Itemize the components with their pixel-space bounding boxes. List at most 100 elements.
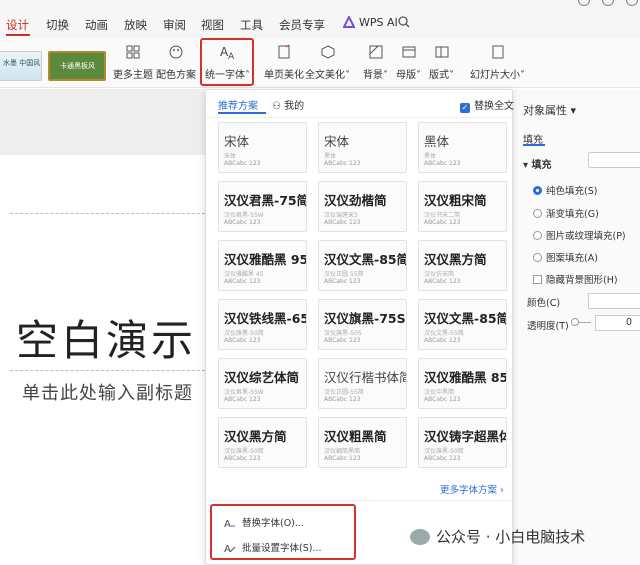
font-scheme-body-font: 汉仪文黑-55简 [424,330,464,337]
slide[interactable]: 空白演示 单击此处输入副标题 [0,155,210,565]
theme-thumbnail-chalkboard[interactable]: 卡通黑板风 [48,51,106,81]
tab-fill-indicator [523,144,545,146]
checkbox-checked-icon: ✓ [460,103,470,113]
menu-view[interactable]: 视图 [201,17,224,33]
radio-pattern-label: 图案填充(A) [546,253,598,264]
window-icon-c[interactable] [626,0,638,6]
master-icon [402,46,415,58]
font-scheme-body-font: 汉仪正圆-55简 [324,389,364,396]
wps-ai-icon [343,16,355,28]
themes-icon [126,45,140,59]
font-scheme-card[interactable]: 汉仪综艺体简 汉仪君黑-55W ABCabc 123 [218,358,307,409]
radio-picture-fill[interactable]: 图片或纹理填充(P) [533,228,626,242]
font-scheme-card[interactable]: 汉仪粗黑简 汉仪细简黑简 ABCabc 123 [318,417,407,468]
panel-title[interactable]: 对象属性 ▾ [523,102,576,118]
radio-gradient-fill[interactable]: 渐变填充(G) [533,206,599,220]
font-scheme-card[interactable]: 黑体 黑体 ABCabc 123 [418,122,507,173]
menu-animation[interactable]: 动画 [85,17,108,33]
opacity-input[interactable]: 0 [595,315,640,331]
radio-picture-label: 图片或纹理填充(P) [546,231,626,242]
color-picker[interactable] [588,293,640,309]
font-scheme-card[interactable]: 汉仪劲楷简 汉仪瑞莲宋3 ABCabc 123 [318,181,407,232]
font-scheme-sample: ABCabc 123 [324,337,361,344]
font-scheme-sample: ABCabc 123 [324,219,361,226]
font-scheme-card[interactable]: 宋体 黑体 ABCabc 123 [318,122,407,173]
caret-down-icon: ˅ [416,70,421,81]
slide-size-button[interactable]: 幻灯片大小˅ [470,44,525,81]
radio-solid-fill[interactable]: 纯色填充(S) [533,183,597,197]
font-scheme-body-font: 汉仪正圆 55简 [324,271,364,278]
replace-all-checkbox[interactable]: ✓ 替换全文 [460,97,514,113]
menu-transition[interactable]: 切换 [46,17,69,33]
color-scheme-button[interactable]: 配色方案 [156,44,196,81]
master-button[interactable]: 母版˅ [396,44,421,81]
radio-pattern-fill[interactable]: 图案填充(A) [533,250,598,264]
fill-section-header[interactable]: ▾ 填充 [523,156,552,171]
font-scheme-card[interactable]: 汉仪雅酷黑 95W 汉仪雅酷黑 45ABCabc 123 [218,240,307,291]
hide-background-label: 隐藏背景图形(H) [546,275,618,286]
font-scheme-card[interactable]: 汉仪雅酷黑 85W 汉仪中黑简ABCabc 123 [418,358,507,409]
fill-type-field[interactable] [588,152,640,168]
page-beautify-icon [278,44,290,59]
font-scheme-card[interactable]: 汉仪君黑-75简 汉仪君黑-55W ABCabc 123 [218,181,307,232]
font-scheme-card[interactable]: 汉仪粗宋简 汉仪书宋二简 ABCabc 123 [418,181,507,232]
opacity-slider-handle[interactable] [571,318,579,326]
wps-ai-label: WPS AI [359,16,398,29]
font-scheme-card[interactable]: 汉仪文黑-85简汉仪文黑-55简 ABCabc 123 [418,299,507,350]
unify-font-dropdown: 推荐方案 ⚇ 我的 ✓ 替换全文 宋体 宋体 ABCabc 123 宋体 黑体 ABCabc… [205,89,514,565]
page-beautify-button[interactable]: 单页美化 [264,44,304,81]
more-themes-button[interactable]: 更多主题 [113,44,153,81]
caret-down-icon: ˅ [345,70,350,81]
full-beautify-button[interactable]: 全文美化˅ [305,44,350,81]
font-scheme-sample: ABCabc 123 [424,396,461,403]
slide-subtitle[interactable]: 单击此处输入副标题 [22,379,193,405]
tab-recommended-indicator [218,112,266,114]
font-scheme-card[interactable]: 汉仪黑方简 汉仪仿宋简 ABCabc 123 [418,240,507,291]
menu-tools[interactable]: 工具 [240,17,263,33]
font-scheme-name: 汉仪文黑-85简 [424,311,507,326]
font-scheme-sample: ABCabc 123 [424,455,461,462]
font-scheme-card[interactable]: 汉仪文黑-85简 汉仪正圆 55简 ABCabc 123 [318,240,407,291]
more-themes-label: 更多主题 [113,70,153,81]
tab-mine[interactable]: ⚇ 我的 [272,97,304,112]
slide-size-label: 幻灯片大小 [470,70,520,81]
font-scheme-body-font: 汉仪细简黑简 [324,448,361,455]
font-scheme-body-font: 汉仪旗黑-50简 [224,330,264,337]
title-placeholder-border [10,213,210,214]
font-scheme-card[interactable]: 汉仪铁线黑-65简汉仪旗黑-50简ABCabc 123 [218,299,307,350]
full-beautify-label: 全文美化 [305,70,345,81]
font-scheme-card[interactable]: 汉仪铸字超黑体简汉仪旗黑-50简ABCabc 123 [418,417,507,468]
menu-design[interactable]: 设计 [6,17,29,33]
font-scheme-card[interactable]: 汉仪黑方简 汉仪旗黑-50简 ABCabc 123 [218,417,307,468]
tab-mine-label: 我的 [284,101,305,112]
background-button[interactable]: 背景˅ [363,44,388,81]
highlight-font-actions [210,504,356,560]
font-scheme-name: 汉仪黑方简 [424,252,487,267]
radio-selected-icon [533,186,542,195]
theme-thumbnail-ink[interactable]: 水墨 中国风 [0,51,42,81]
subtitle-placeholder-border [10,370,210,371]
font-scheme-body-font: 黑体 [324,153,337,160]
font-scheme-card[interactable]: 汉仪旗黑-75S 汉仪旗黑-50S ABCabc 123 [318,299,407,350]
wps-ai-button[interactable]: WPS AI [343,16,398,29]
hide-background-checkbox[interactable]: 隐藏背景图形(H) [533,272,618,286]
font-scheme-sample: ABCabc 123 [324,455,361,462]
search-icon[interactable] [398,16,410,28]
font-scheme-card[interactable]: 宋体 宋体 ABCabc 123 [218,122,307,173]
font-scheme-sample: ABCabc 123 [424,337,461,344]
more-font-schemes-link[interactable]: 更多字体方案 › [440,482,504,496]
tab-recommended[interactable]: 推荐方案 [218,97,258,112]
font-scheme-sample: ABCabc 123 [224,160,261,167]
font-scheme-card[interactable]: 汉仪行楷书体简 汉仪正圆-55简 ABCabc 123 [318,358,407,409]
window-icon-a[interactable] [578,0,590,6]
font-scheme-name: 汉仪黑方简 [224,429,287,444]
font-scheme-sample: ABCabc 123 [224,455,261,462]
font-scheme-body-font: 汉仪书宋二简 [424,212,461,219]
slide-title[interactable]: 空白演示 [16,307,196,368]
window-icon-b[interactable] [602,0,614,6]
menu-slideshow[interactable]: 放映 [124,17,147,33]
menu-review[interactable]: 审阅 [163,17,186,33]
layout-button[interactable]: 版式˅ [429,44,454,81]
menu-member[interactable]: 会员专享 [279,17,325,33]
font-scheme-name: 汉仪雅酷黑 95W [224,252,306,267]
